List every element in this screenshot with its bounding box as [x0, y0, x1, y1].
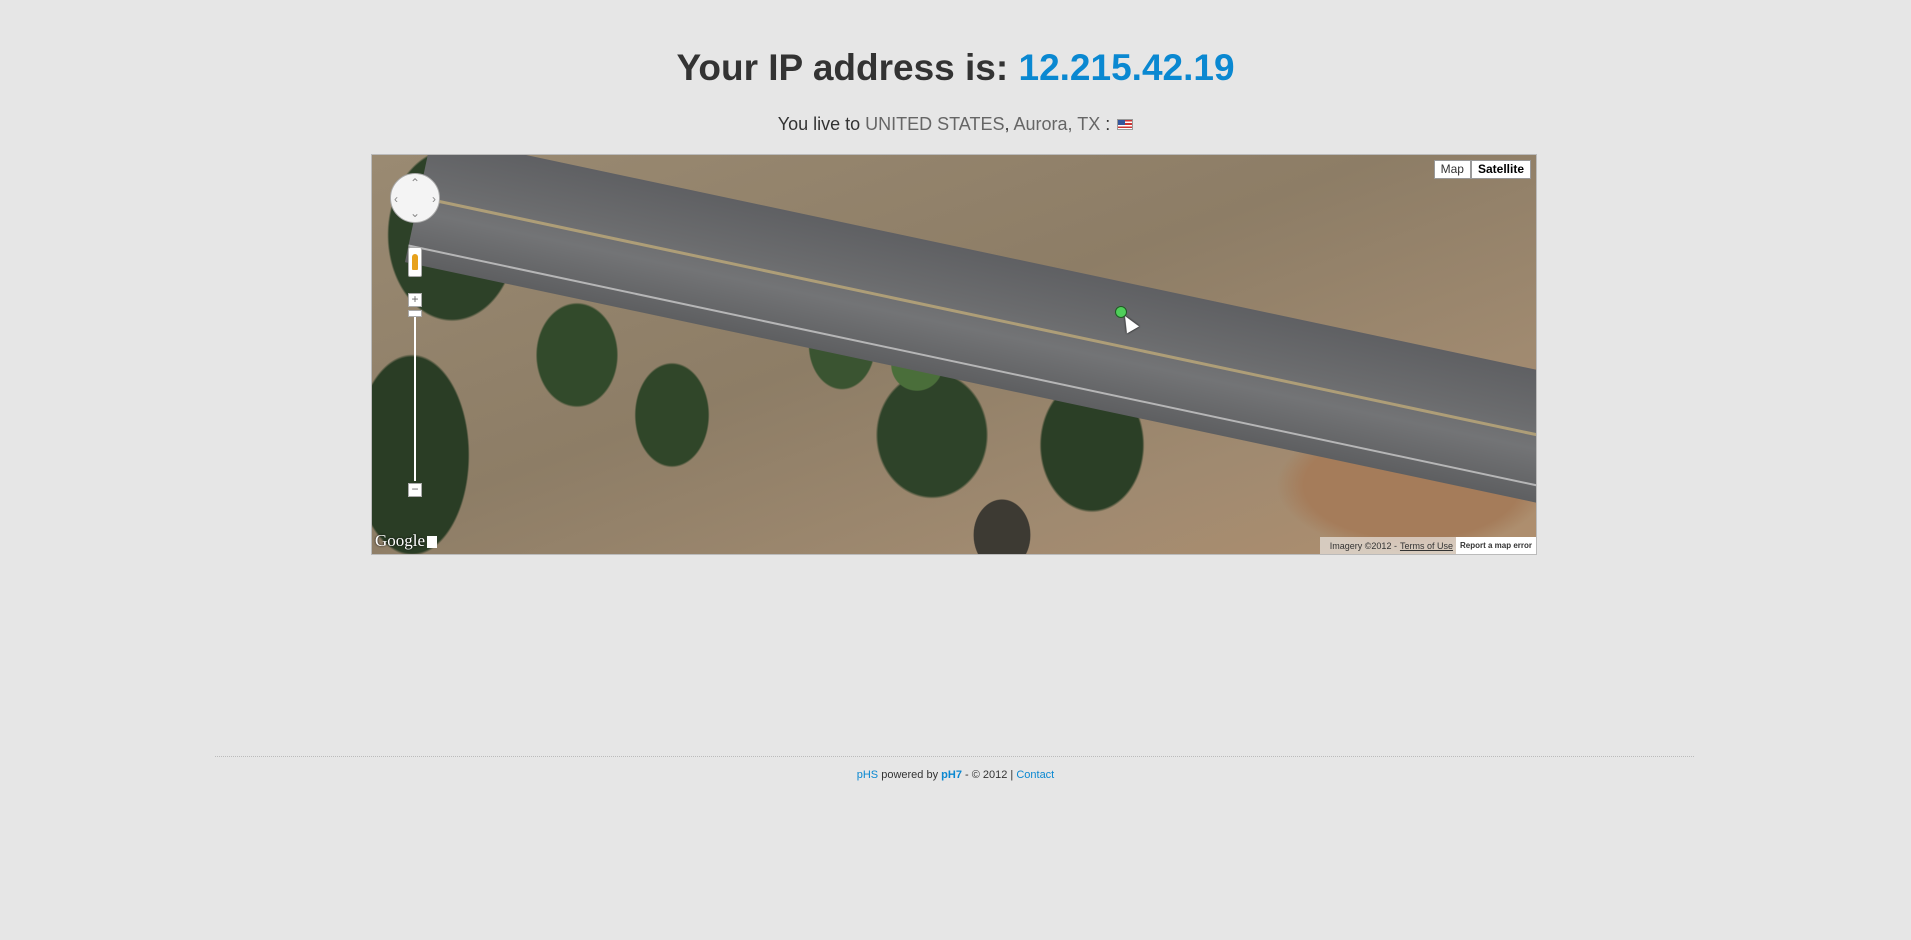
- footer-contact-link[interactable]: Contact: [1016, 769, 1054, 781]
- zoom-out-button[interactable]: −: [408, 483, 422, 497]
- page-title: Your IP address is: 12.215.42.19: [0, 44, 1911, 92]
- satellite-map[interactable]: ⌃ ‹ › ⌄ + − Map Satellite Google Imagery…: [371, 154, 1537, 555]
- location-city: Aurora, TX: [1013, 114, 1101, 134]
- map-type-satellite-button[interactable]: Satellite: [1470, 160, 1531, 179]
- map-road: [404, 155, 1536, 533]
- map-type-control: Map Satellite: [1433, 160, 1531, 179]
- pan-control[interactable]: ⌃ ‹ › ⌄: [390, 173, 440, 223]
- zoom-slider-handle[interactable]: [408, 310, 422, 317]
- street-view-pegman-icon[interactable]: [408, 247, 422, 277]
- location-country: UNITED STATES: [865, 114, 1005, 134]
- pan-up-icon[interactable]: ⌃: [410, 177, 420, 189]
- zoom-in-button[interactable]: +: [408, 293, 422, 307]
- location-line: You live to UNITED STATES, Aurora, TX :: [0, 112, 1911, 136]
- footer-powered-by: powered by: [881, 769, 939, 781]
- imagery-credit: Imagery ©2012 -: [1329, 540, 1397, 551]
- ip-address: 12.215.42.19: [1018, 47, 1235, 88]
- location-prefix: You live to: [777, 114, 861, 134]
- location-separator: ,: [1004, 114, 1010, 134]
- footer: pHS powered by pH7 - © 2012 | Contact: [0, 768, 1911, 782]
- map-attribution: Imagery ©2012 - Terms of Use Report a ma…: [1319, 537, 1536, 554]
- title-prefix: Your IP address is:: [676, 47, 1009, 88]
- us-flag-icon: [1117, 118, 1134, 130]
- pan-right-icon[interactable]: ›: [432, 193, 436, 205]
- report-map-error-link[interactable]: Report a map error: [1455, 537, 1536, 554]
- map-type-map-button[interactable]: Map: [1433, 160, 1471, 179]
- google-logo[interactable]: Google: [375, 531, 437, 551]
- pan-down-icon[interactable]: ⌄: [410, 207, 420, 219]
- footer-site-link[interactable]: pHS: [857, 769, 878, 781]
- location-colon: :: [1105, 114, 1111, 134]
- terms-of-use-link[interactable]: Terms of Use: [1400, 541, 1456, 551]
- pan-left-icon[interactable]: ‹: [394, 193, 398, 205]
- footer-divider: [215, 756, 1694, 757]
- footer-engine-link[interactable]: pH7: [941, 769, 962, 781]
- zoom-slider-track[interactable]: [414, 317, 416, 481]
- footer-copyright: - © 2012 |: [965, 769, 1014, 781]
